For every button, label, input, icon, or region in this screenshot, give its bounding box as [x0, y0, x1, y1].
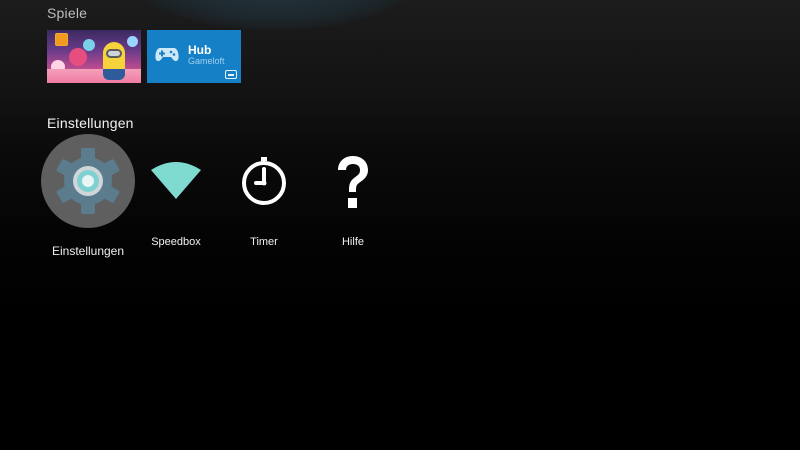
help-tile-label: Hilfe	[341, 236, 364, 248]
speedbox-tile-label: Speedbox	[151, 236, 201, 248]
minions-art-balloon	[69, 48, 87, 66]
settings-row-title: Einstellungen	[47, 115, 134, 131]
minions-art-balloon	[127, 36, 138, 47]
question-mark-icon	[338, 156, 368, 208]
minion-overalls	[103, 69, 125, 80]
minions-game-badge	[55, 33, 68, 46]
game-card-hub[interactable]: Hub Gameloft	[147, 30, 241, 83]
minions-art-ground	[47, 69, 141, 83]
minion-goggle	[106, 49, 122, 58]
top-banner-glow	[130, 0, 420, 30]
minions-art-balloon	[83, 39, 95, 51]
game-card-minions[interactable]	[47, 30, 141, 83]
timer-tile-label: Timer	[250, 236, 278, 248]
minion-character	[103, 42, 125, 80]
timer-clock-icon	[242, 157, 286, 205]
tv-home-screen: Spiele Hub Gameloft Einstellungen Einste…	[0, 0, 800, 450]
tv-badge-icon	[225, 70, 237, 79]
gear-icon	[56, 148, 120, 214]
gamepad-icon	[155, 48, 179, 62]
hub-card-subtitle: Gameloft	[188, 56, 225, 66]
games-row-title: Spiele	[47, 5, 88, 21]
hub-card-title: Hub	[188, 43, 212, 57]
settings-tile-label: Einstellungen	[51, 244, 125, 258]
wifi-wedge-icon	[151, 162, 201, 199]
